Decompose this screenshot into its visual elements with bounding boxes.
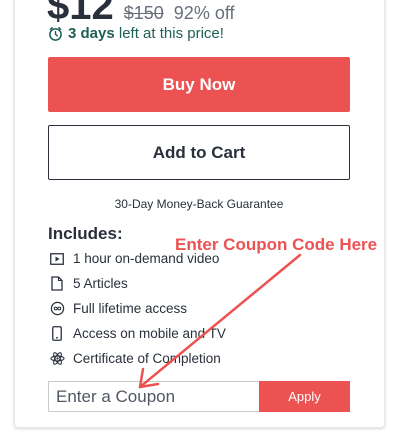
coupon-form: Apply bbox=[48, 381, 350, 412]
list-item-label: 5 Articles bbox=[73, 276, 128, 291]
apply-coupon-button[interactable]: Apply bbox=[259, 381, 350, 412]
mobile-icon bbox=[48, 325, 66, 343]
alarm-clock-icon bbox=[49, 26, 62, 41]
certificate-icon bbox=[48, 350, 66, 368]
buy-now-button[interactable]: Buy Now bbox=[48, 57, 350, 112]
list-item: 5 Articles bbox=[48, 271, 226, 296]
infinity-icon bbox=[48, 300, 66, 318]
includes-list: 1 hour on-demand video 5 Articles Full l… bbox=[48, 246, 226, 371]
coupon-input[interactable] bbox=[48, 381, 259, 412]
list-item-label: Certificate of Completion bbox=[73, 351, 221, 366]
price-timer: 3 days left at this price! bbox=[48, 25, 224, 42]
file-icon bbox=[48, 275, 66, 293]
money-back-guarantee: 30-Day Money-Back Guarantee bbox=[114, 197, 284, 211]
list-item: Certificate of Completion bbox=[48, 346, 226, 371]
original-price: $150 bbox=[123, 3, 164, 23]
list-item: Full lifetime access bbox=[48, 296, 226, 321]
list-item: Access on mobile and TV bbox=[48, 321, 226, 346]
timer-suffix: left at this price! bbox=[114, 25, 224, 42]
coupon-annotation-label: Enter Coupon Code Here bbox=[175, 235, 378, 254]
list-item-label: Full lifetime access bbox=[73, 301, 188, 316]
days-left: 3 days bbox=[68, 25, 115, 42]
includes-title: Includes: bbox=[48, 224, 123, 243]
discount-percent: 92% off bbox=[173, 3, 235, 23]
video-icon bbox=[48, 250, 66, 268]
list-item-label: Access on mobile and TV bbox=[73, 326, 226, 341]
add-to-cart-button[interactable]: Add to Cart bbox=[48, 125, 350, 180]
